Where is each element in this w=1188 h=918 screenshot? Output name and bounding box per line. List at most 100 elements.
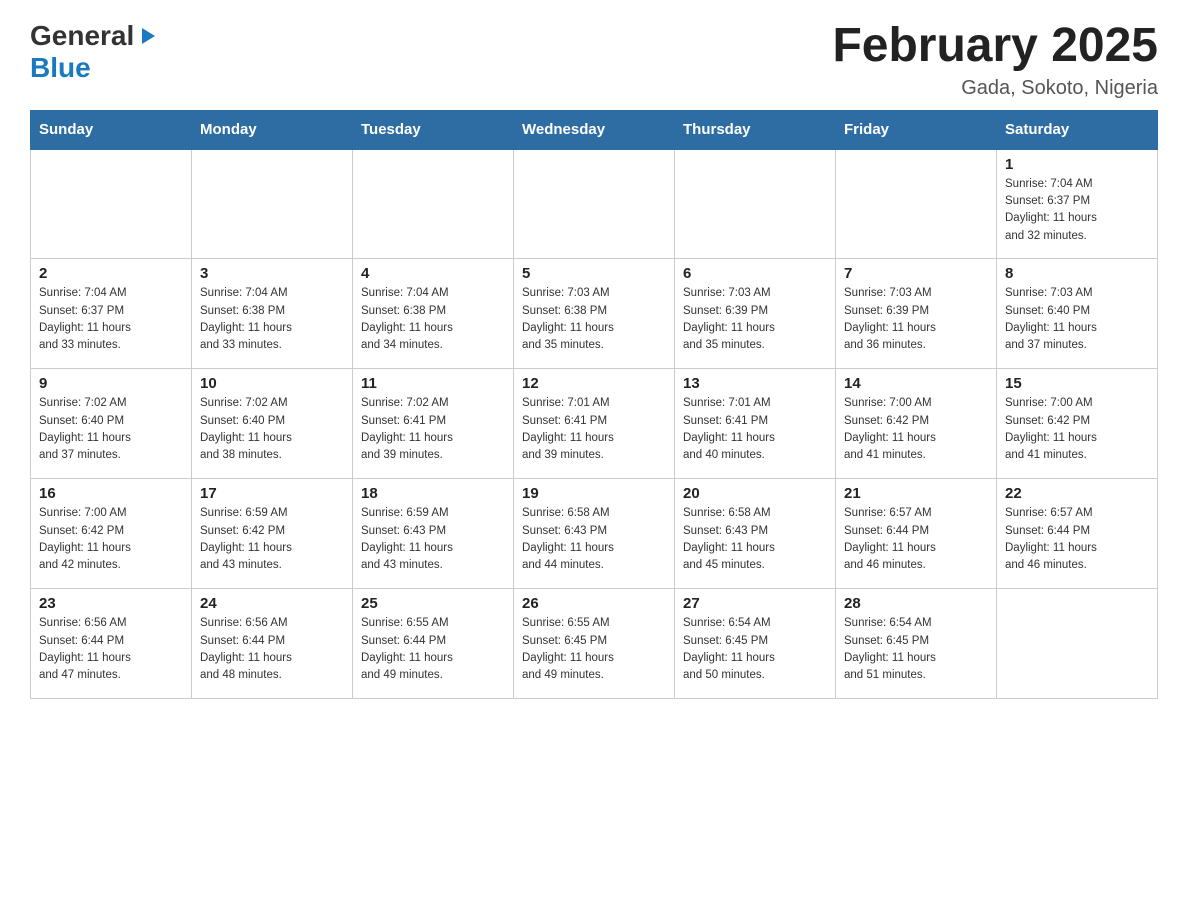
calendar-day-cell: 2 Sunrise: 7:04 AMSunset: 6:37 PMDaylight… xyxy=(31,259,192,369)
page-header: General Blue February 2025 Gada, Sokoto,… xyxy=(30,20,1158,100)
calendar-day-cell: 18 Sunrise: 6:59 AMSunset: 6:43 PMDayligh… xyxy=(353,479,514,589)
day-info: Sunrise: 7:02 AMSunset: 6:40 PMDaylight:… xyxy=(39,395,183,464)
calendar-day-header: Saturday xyxy=(997,110,1158,149)
day-number: 20 xyxy=(683,485,827,502)
day-info: Sunrise: 6:56 AMSunset: 6:44 PMDaylight:… xyxy=(39,615,183,684)
day-number: 10 xyxy=(200,375,344,392)
calendar-day-cell: 5 Sunrise: 7:03 AMSunset: 6:38 PMDaylight… xyxy=(514,259,675,369)
calendar-day-cell: 3 Sunrise: 7:04 AMSunset: 6:38 PMDaylight… xyxy=(192,259,353,369)
calendar-day-cell: 13 Sunrise: 7:01 AMSunset: 6:41 PMDayligh… xyxy=(675,369,836,479)
day-info: Sunrise: 6:54 AMSunset: 6:45 PMDaylight:… xyxy=(844,615,988,684)
calendar-day-cell: 11Sunrise: 7:02 AMSunset: 6:41 PMDayligh… xyxy=(353,369,514,479)
day-info: Sunrise: 7:04 AMSunset: 6:38 PMDaylight:… xyxy=(200,285,344,354)
day-info: Sunrise: 7:00 AMSunset: 6:42 PMDaylight:… xyxy=(39,505,183,574)
calendar-day-cell: 1 Sunrise: 7:04 AMSunset: 6:37 PMDaylight… xyxy=(997,149,1158,259)
calendar-day-cell: 26Sunrise: 6:55 AMSunset: 6:45 PMDayligh… xyxy=(514,589,675,699)
day-number: 25 xyxy=(361,595,505,612)
day-info: Sunrise: 7:03 AMSunset: 6:40 PMDaylight:… xyxy=(1005,285,1149,354)
day-number: 12 xyxy=(522,375,666,392)
day-number: 4 xyxy=(361,265,505,282)
calendar-day-cell: 20 Sunrise: 6:58 AMSunset: 6:43 PMDayligh… xyxy=(675,479,836,589)
calendar-day-cell: 22 Sunrise: 6:57 AMSunset: 6:44 PMDayligh… xyxy=(997,479,1158,589)
calendar-day-cell: 14 Sunrise: 7:00 AMSunset: 6:42 PMDayligh… xyxy=(836,369,997,479)
day-number: 24 xyxy=(200,595,344,612)
day-number: 14 xyxy=(844,375,988,392)
day-number: 27 xyxy=(683,595,827,612)
calendar-day-cell: 24 Sunrise: 6:56 AMSunset: 6:44 PMDayligh… xyxy=(192,589,353,699)
day-number: 17 xyxy=(200,485,344,502)
day-number: 5 xyxy=(522,265,666,282)
day-info: Sunrise: 6:57 AMSunset: 6:44 PMDaylight:… xyxy=(844,505,988,574)
day-info: Sunrise: 7:04 AMSunset: 6:38 PMDaylight:… xyxy=(361,285,505,354)
title-block: February 2025 Gada, Sokoto, Nigeria xyxy=(832,20,1158,100)
calendar-day-cell: 9 Sunrise: 7:02 AMSunset: 6:40 PMDaylight… xyxy=(31,369,192,479)
calendar-day-cell: 6Sunrise: 7:03 AMSunset: 6:39 PMDaylight… xyxy=(675,259,836,369)
calendar-day-cell xyxy=(836,149,997,259)
logo: General Blue xyxy=(30,20,157,84)
calendar-day-cell xyxy=(31,149,192,259)
calendar-week-row: 9 Sunrise: 7:02 AMSunset: 6:40 PMDaylight… xyxy=(31,369,1158,479)
calendar-week-row: 16 Sunrise: 7:00 AMSunset: 6:42 PMDayligh… xyxy=(31,479,1158,589)
logo-general-text: General xyxy=(30,20,134,52)
calendar-day-header: Thursday xyxy=(675,110,836,149)
day-number: 16 xyxy=(39,485,183,502)
day-number: 28 xyxy=(844,595,988,612)
day-info: Sunrise: 6:55 AMSunset: 6:44 PMDaylight:… xyxy=(361,615,505,684)
calendar-header-row: SundayMondayTuesdayWednesdayThursdayFrid… xyxy=(31,110,1158,149)
calendar-day-cell: 10 Sunrise: 7:02 AMSunset: 6:40 PMDayligh… xyxy=(192,369,353,479)
day-info: Sunrise: 6:58 AMSunset: 6:43 PMDaylight:… xyxy=(522,505,666,574)
day-number: 19 xyxy=(522,485,666,502)
calendar-day-cell: 8 Sunrise: 7:03 AMSunset: 6:40 PMDaylight… xyxy=(997,259,1158,369)
day-number: 3 xyxy=(200,265,344,282)
day-number: 18 xyxy=(361,485,505,502)
calendar-day-cell: 21 Sunrise: 6:57 AMSunset: 6:44 PMDayligh… xyxy=(836,479,997,589)
day-number: 22 xyxy=(1005,485,1149,502)
day-info: Sunrise: 7:01 AMSunset: 6:41 PMDaylight:… xyxy=(683,395,827,464)
calendar-week-row: 23Sunrise: 6:56 AMSunset: 6:44 PMDayligh… xyxy=(31,589,1158,699)
calendar-day-cell: 7 Sunrise: 7:03 AMSunset: 6:39 PMDaylight… xyxy=(836,259,997,369)
day-info: Sunrise: 6:54 AMSunset: 6:45 PMDaylight:… xyxy=(683,615,827,684)
day-info: Sunrise: 6:59 AMSunset: 6:42 PMDaylight:… xyxy=(200,505,344,574)
day-number: 8 xyxy=(1005,265,1149,282)
day-number: 9 xyxy=(39,375,183,392)
day-info: Sunrise: 6:58 AMSunset: 6:43 PMDaylight:… xyxy=(683,505,827,574)
day-info: Sunrise: 7:02 AMSunset: 6:41 PMDaylight:… xyxy=(361,395,505,464)
calendar-day-cell: 15Sunrise: 7:00 AMSunset: 6:42 PMDayligh… xyxy=(997,369,1158,479)
day-number: 21 xyxy=(844,485,988,502)
day-info: Sunrise: 7:03 AMSunset: 6:39 PMDaylight:… xyxy=(844,285,988,354)
day-number: 13 xyxy=(683,375,827,392)
calendar-day-cell: 17 Sunrise: 6:59 AMSunset: 6:42 PMDayligh… xyxy=(192,479,353,589)
location-text: Gada, Sokoto, Nigeria xyxy=(832,77,1158,100)
day-info: Sunrise: 6:59 AMSunset: 6:43 PMDaylight:… xyxy=(361,505,505,574)
day-info: Sunrise: 7:00 AMSunset: 6:42 PMDaylight:… xyxy=(844,395,988,464)
day-info: Sunrise: 6:57 AMSunset: 6:44 PMDaylight:… xyxy=(1005,505,1149,574)
day-number: 15 xyxy=(1005,375,1149,392)
day-info: Sunrise: 7:03 AMSunset: 6:38 PMDaylight:… xyxy=(522,285,666,354)
calendar-day-cell xyxy=(997,589,1158,699)
calendar-day-cell xyxy=(192,149,353,259)
calendar-table: SundayMondayTuesdayWednesdayThursdayFrid… xyxy=(30,110,1158,700)
logo-triangle-icon xyxy=(137,26,157,46)
day-info: Sunrise: 6:56 AMSunset: 6:44 PMDaylight:… xyxy=(200,615,344,684)
day-number: 7 xyxy=(844,265,988,282)
calendar-day-cell xyxy=(353,149,514,259)
calendar-day-cell: 23Sunrise: 6:56 AMSunset: 6:44 PMDayligh… xyxy=(31,589,192,699)
day-info: Sunrise: 7:02 AMSunset: 6:40 PMDaylight:… xyxy=(200,395,344,464)
day-number: 26 xyxy=(522,595,666,612)
calendar-day-header: Tuesday xyxy=(353,110,514,149)
calendar-week-row: 1 Sunrise: 7:04 AMSunset: 6:37 PMDaylight… xyxy=(31,149,1158,259)
calendar-week-row: 2 Sunrise: 7:04 AMSunset: 6:37 PMDaylight… xyxy=(31,259,1158,369)
calendar-day-header: Monday xyxy=(192,110,353,149)
calendar-day-cell: 28 Sunrise: 6:54 AMSunset: 6:45 PMDayligh… xyxy=(836,589,997,699)
calendar-day-header: Friday xyxy=(836,110,997,149)
day-info: Sunrise: 7:04 AMSunset: 6:37 PMDaylight:… xyxy=(1005,176,1149,245)
logo-blue-text: Blue xyxy=(30,52,91,83)
day-number: 1 xyxy=(1005,156,1149,173)
day-number: 2 xyxy=(39,265,183,282)
calendar-day-cell xyxy=(514,149,675,259)
day-info: Sunrise: 7:01 AMSunset: 6:41 PMDaylight:… xyxy=(522,395,666,464)
calendar-day-header: Sunday xyxy=(31,110,192,149)
month-title: February 2025 xyxy=(832,20,1158,73)
day-number: 6 xyxy=(683,265,827,282)
day-info: Sunrise: 7:04 AMSunset: 6:37 PMDaylight:… xyxy=(39,285,183,354)
